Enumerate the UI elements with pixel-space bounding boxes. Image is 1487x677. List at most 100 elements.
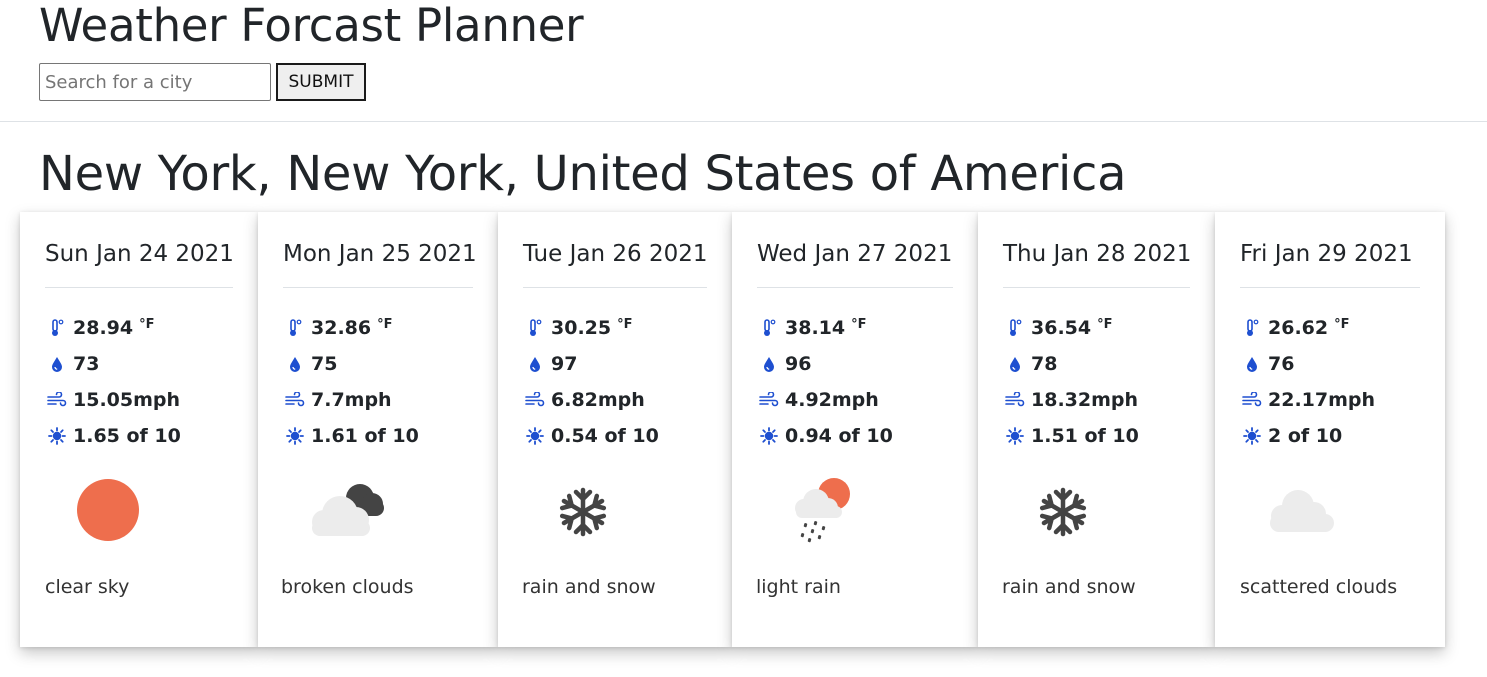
- card-date: Mon Jan 25 2021: [283, 241, 477, 267]
- header: Weather Forcast Planner SUBMIT: [0, 0, 1487, 122]
- wind-icon: [1005, 390, 1025, 410]
- card-divider: [45, 287, 233, 288]
- wind-icon: [1242, 390, 1262, 410]
- thermometer-icon: [1242, 318, 1262, 338]
- location-title: New York, New York, United States of Ame…: [39, 146, 1127, 202]
- weather-description: rain and snow: [1002, 576, 1136, 598]
- temperature-stat: 30.25 °F: [523, 310, 707, 346]
- thermometer-icon: [759, 318, 779, 338]
- humidity-stat: 73: [45, 346, 233, 382]
- temperature-stat: 26.62 °F: [1240, 310, 1420, 346]
- search-form: SUBMIT: [39, 63, 366, 101]
- humidity-value: 97: [551, 353, 578, 375]
- droplet-icon: [1242, 354, 1262, 374]
- humidity-stat: 78: [1003, 346, 1190, 382]
- forecast-card: Sun Jan 24 2021 28.94 °F 73 15.05mph 1.6…: [20, 212, 258, 647]
- temperature-value: 38.14: [785, 317, 846, 339]
- droplet-icon: [525, 354, 545, 374]
- sun-uv-icon: [759, 426, 779, 446]
- temperature-value: 30.25: [551, 317, 612, 339]
- broken-clouds-icon: [298, 474, 390, 544]
- droplet-icon: [47, 354, 67, 374]
- humidity-value: 76: [1268, 353, 1295, 375]
- forecast-card: Thu Jan 28 2021 36.54 °F 78 18.32mph 1.5…: [978, 212, 1215, 647]
- temperature-unit: °F: [1097, 316, 1113, 332]
- card-date: Wed Jan 27 2021: [757, 241, 953, 267]
- sun-uv-icon: [525, 426, 545, 446]
- forecast-cards: Sun Jan 24 2021 28.94 °F 73 15.05mph 1.6…: [20, 212, 1445, 647]
- app-title: Weather Forcast Planner: [39, 0, 584, 52]
- sun-uv-icon: [285, 426, 305, 446]
- uv-value: 1.65 of 10: [73, 425, 181, 447]
- wind-stat: 22.17mph: [1240, 382, 1420, 418]
- weather-description: rain and snow: [522, 576, 656, 598]
- wind-stat: 18.32mph: [1003, 382, 1190, 418]
- sun-uv-icon: [1005, 426, 1025, 446]
- wind-stat: 7.7mph: [283, 382, 473, 418]
- wind-icon: [47, 390, 67, 410]
- droplet-icon: [285, 354, 305, 374]
- uv-value: 1.61 of 10: [311, 425, 419, 447]
- uv-stat: 2 of 10: [1240, 418, 1420, 454]
- wind-stat: 15.05mph: [45, 382, 233, 418]
- wind-value: 18.32mph: [1031, 389, 1139, 411]
- temperature-stat: 36.54 °F: [1003, 310, 1190, 346]
- forecast-card: Tue Jan 26 2021 30.25 °F 97 6.82mph 0.54…: [498, 212, 732, 647]
- light-rain-icon: [782, 474, 857, 544]
- temperature-stat: 32.86 °F: [283, 310, 473, 346]
- card-divider: [757, 287, 953, 288]
- card-divider: [1003, 287, 1190, 288]
- scattered-clouds-icon: [1260, 474, 1340, 544]
- clear-sky-icon: [75, 474, 155, 544]
- uv-value: 0.54 of 10: [551, 425, 659, 447]
- temperature-unit: °F: [139, 316, 155, 332]
- wind-value: 7.7mph: [311, 389, 392, 411]
- wind-value: 4.92mph: [785, 389, 879, 411]
- droplet-icon: [1005, 354, 1025, 374]
- submit-button[interactable]: SUBMIT: [276, 63, 366, 101]
- uv-stat: 1.51 of 10: [1003, 418, 1190, 454]
- forecast-card: Wed Jan 27 2021 38.14 °F 96 4.92mph 0.94…: [732, 212, 978, 647]
- humidity-stat: 75: [283, 346, 473, 382]
- temperature-value: 36.54: [1031, 317, 1092, 339]
- forecast-card: Mon Jan 25 2021 32.86 °F 75 7.7mph 1.61 …: [258, 212, 498, 647]
- sun-uv-icon: [1242, 426, 1262, 446]
- card-divider: [283, 287, 473, 288]
- temperature-stat: 28.94 °F: [45, 310, 233, 346]
- wind-value: 22.17mph: [1268, 389, 1376, 411]
- thermometer-icon: [47, 318, 67, 338]
- humidity-value: 73: [73, 353, 100, 375]
- droplet-icon: [759, 354, 779, 374]
- card-date: Thu Jan 28 2021: [1003, 241, 1192, 267]
- humidity-stat: 76: [1240, 346, 1420, 382]
- thermometer-icon: [1005, 318, 1025, 338]
- humidity-stat: 96: [757, 346, 953, 382]
- temperature-stat: 38.14 °F: [757, 310, 953, 346]
- sun-uv-icon: [47, 426, 67, 446]
- wind-stat: 4.92mph: [757, 382, 953, 418]
- temperature-value: 32.86: [311, 317, 372, 339]
- search-input[interactable]: [39, 63, 271, 101]
- uv-stat: 0.94 of 10: [757, 418, 953, 454]
- temperature-unit: °F: [617, 316, 633, 332]
- temperature-value: 26.62: [1268, 317, 1329, 339]
- temperature-unit: °F: [377, 316, 393, 332]
- wind-value: 6.82mph: [551, 389, 645, 411]
- thermometer-icon: [285, 318, 305, 338]
- humidity-value: 78: [1031, 353, 1058, 375]
- card-date: Sun Jan 24 2021: [45, 241, 234, 267]
- temperature-unit: °F: [1334, 316, 1350, 332]
- uv-value: 1.51 of 10: [1031, 425, 1139, 447]
- wind-stat: 6.82mph: [523, 382, 707, 418]
- uv-stat: 1.61 of 10: [283, 418, 473, 454]
- weather-description: light rain: [756, 576, 841, 598]
- uv-stat: 0.54 of 10: [523, 418, 707, 454]
- weather-description: scattered clouds: [1240, 576, 1398, 598]
- wind-icon: [525, 390, 545, 410]
- uv-stat: 1.65 of 10: [45, 418, 233, 454]
- temperature-unit: °F: [851, 316, 867, 332]
- weather-description: broken clouds: [281, 576, 414, 598]
- humidity-stat: 97: [523, 346, 707, 382]
- weather-description: clear sky: [45, 576, 130, 598]
- uv-value: 2 of 10: [1268, 425, 1343, 447]
